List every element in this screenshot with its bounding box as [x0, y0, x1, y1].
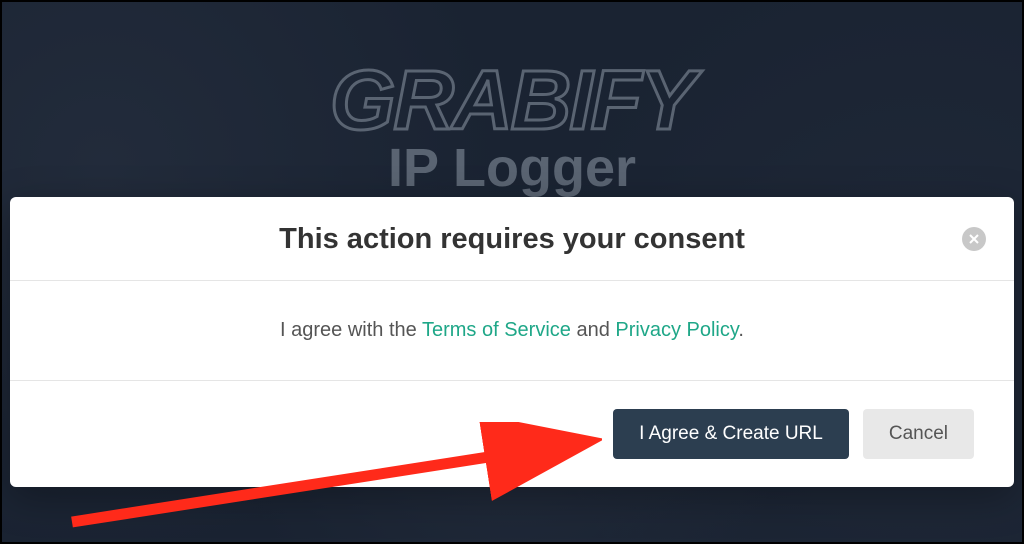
consent-modal: This action requires your consent I agre…	[10, 197, 1014, 487]
brand-subtitle: IP Logger	[2, 137, 1022, 199]
consent-text-and: and	[571, 319, 615, 341]
modal-header: This action requires your consent	[10, 197, 1014, 281]
modal-title: This action requires your consent	[50, 223, 974, 256]
brand-container: GRABIFY IP Logger	[2, 52, 1022, 199]
consent-text-suffix: .	[738, 319, 744, 341]
close-icon	[969, 234, 979, 244]
cancel-button[interactable]: Cancel	[863, 409, 974, 459]
privacy-policy-link[interactable]: Privacy Policy	[615, 319, 738, 341]
close-button[interactable]	[962, 227, 986, 251]
brand-title: GRABIFY	[2, 52, 1022, 149]
agree-create-url-button[interactable]: I Agree & Create URL	[613, 409, 849, 459]
modal-body: I agree with the Terms of Service and Pr…	[10, 281, 1014, 381]
terms-of-service-link[interactable]: Terms of Service	[422, 319, 571, 341]
modal-footer: I Agree & Create URL Cancel	[10, 381, 1014, 487]
consent-text-prefix: I agree with the	[280, 319, 422, 341]
